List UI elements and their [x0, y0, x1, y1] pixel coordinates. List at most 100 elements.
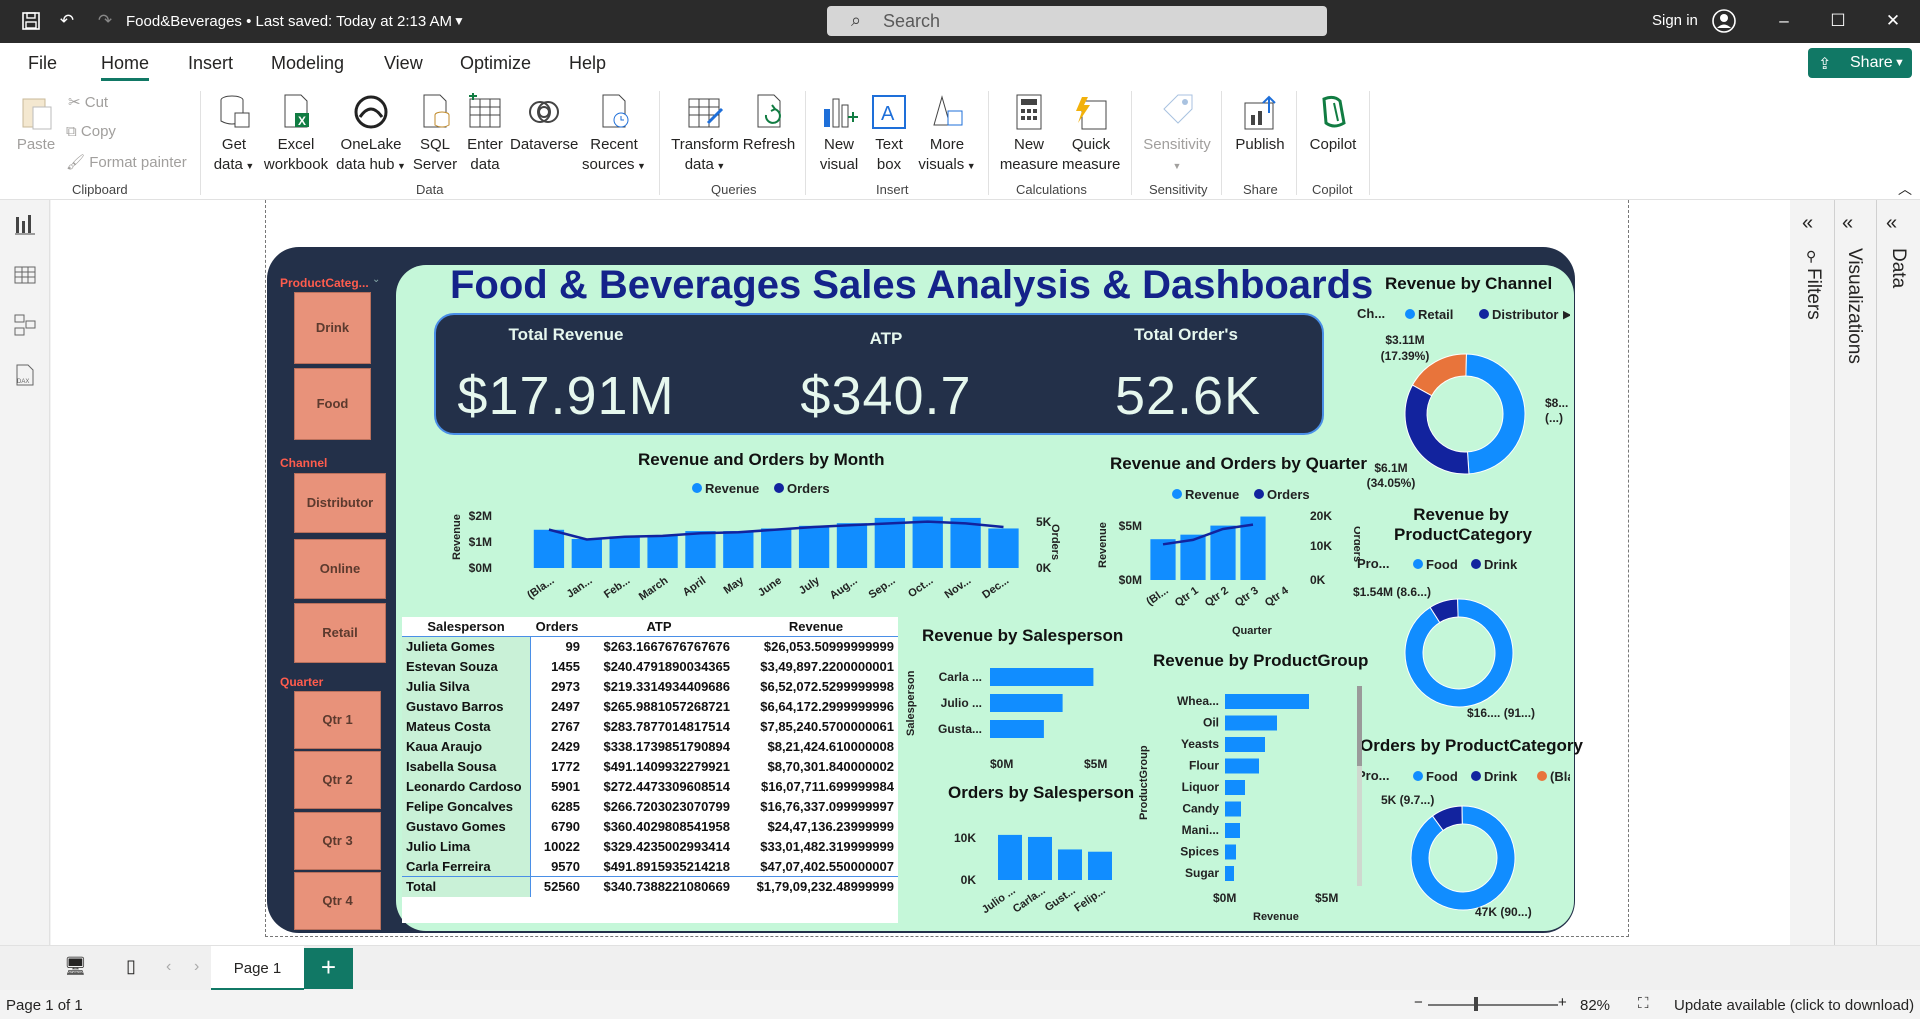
slicer-button-qtr-1[interactable]: Qtr 1 [294, 691, 381, 749]
sensitivity-button[interactable]: Sensitivity ▼ [1138, 93, 1216, 176]
revenue-orders-by-quarter-chart[interactable]: Revenue Orders$5M$0M20K10K0KRevenue Orders… [1090, 482, 1360, 642]
salesperson-table[interactable]: Salesperson Orders ATP Revenue Julieta G… [402, 617, 898, 923]
table-row[interactable]: Gustavo Gomes 6790 $360.4029808541958 $24,4… [402, 816, 898, 837]
slicer-button-qtr-2[interactable]: Qtr 2 [294, 751, 381, 809]
zoom-out-button[interactable]: − [1414, 994, 1423, 1011]
collapse-visualizations-icon[interactable]: « [1842, 212, 1853, 235]
dax-query-view-icon[interactable]: DAX [13, 363, 37, 387]
collapse-data-icon[interactable]: « [1886, 212, 1897, 235]
sign-in-link[interactable]: Sign in [1652, 12, 1698, 29]
revenue-orders-by-month-chart[interactable]: Revenue Orders$2M$1M$0M5K0KRevenue Orders(… [440, 478, 1060, 608]
publish-button[interactable]: Publish [1232, 93, 1288, 155]
revenue-by-productcategory-donut[interactable]: Pro... Food Drink $1.54M (8.6...) $16.... (9… [1345, 552, 1570, 722]
slicer-button-qtr-3[interactable]: Qtr 3 [294, 812, 381, 870]
format-painter-button[interactable]: 🖌 Format painter [66, 153, 187, 171]
table-row[interactable]: Leonardo Cardoso 5901 $272.4473309608514 $1… [402, 776, 898, 797]
zoom-in-button[interactable]: + [1558, 994, 1567, 1011]
close-icon[interactable]: ✕ [1882, 11, 1904, 33]
more-visuals-button[interactable]: More visuals ▼ [918, 93, 976, 176]
column-header-orders[interactable]: Orders [530, 617, 584, 637]
save-icon[interactable] [20, 11, 42, 33]
slicer-button-qtr-4[interactable]: Qtr 4 [294, 872, 381, 930]
cut-button[interactable]: ✂ Cut [68, 93, 108, 111]
revenue-by-salesperson-chart[interactable]: Carla ... Julio ... Gusta... Salesperson $0M… [900, 660, 1120, 775]
desktop-layout-icon[interactable]: 🖥 [64, 956, 87, 977]
collapse-filters-icon[interactable]: « [1802, 212, 1813, 235]
new-measure-button[interactable]: New measure [998, 93, 1060, 175]
table-view-icon[interactable] [13, 263, 37, 287]
legend-marker [692, 483, 702, 493]
visualizations-pane-tab[interactable]: Visualizations [1843, 248, 1865, 364]
tab-page-1[interactable]: Page 1 [211, 946, 304, 991]
menu-modeling[interactable]: Modeling [271, 53, 344, 74]
column-header-salesperson[interactable]: Salesperson [402, 617, 530, 637]
new-visual-button[interactable]: New visual [816, 93, 862, 175]
menu-home[interactable]: Home [101, 53, 150, 81]
copilot-button[interactable]: Copilot [1304, 93, 1362, 155]
column-header-atp[interactable]: ATP [584, 617, 734, 637]
zoom-slider-thumb[interactable] [1474, 997, 1478, 1011]
table-row[interactable]: Carla Ferreira 9570 $491.8915935214218 $47,… [402, 856, 898, 877]
menu-insert[interactable]: Insert [188, 53, 233, 74]
menu-view[interactable]: View [384, 53, 423, 74]
chevron-down-icon[interactable]: ⌄ [372, 274, 380, 285]
slicer-button-online[interactable]: Online [294, 539, 386, 599]
slicer-button-distributor[interactable]: Distributor [294, 473, 386, 533]
paste-button[interactable]: Paste [14, 93, 58, 155]
search-input[interactable]: ⌕ Search [827, 6, 1327, 36]
data-pane-tab[interactable]: Data [1887, 248, 1909, 288]
text-box-button[interactable]: A Text box [866, 93, 912, 175]
transform-data-button[interactable]: Transform data ▼ [668, 93, 742, 176]
filters-pane-tab[interactable]: Filters [1802, 268, 1824, 320]
prev-page-icon[interactable]: ‹ [166, 958, 171, 976]
undo-icon[interactable]: ↶ [56, 11, 78, 33]
table-row[interactable]: Estevan Souza 1455 $240.4791890034365 $3,49… [402, 656, 898, 677]
fit-to-page-icon[interactable]: ⛶ [1638, 995, 1649, 1012]
orders-by-salesperson-chart[interactable]: 10K 0KJulio ...Carla...Gust...Felip... [940, 818, 1130, 928]
copy-button[interactable]: ⧉ Copy [66, 123, 116, 140]
collapse-ribbon-icon[interactable]: ︿ [1898, 179, 1912, 199]
mobile-layout-icon[interactable]: ▯ [126, 956, 136, 977]
sql-server-button[interactable]: SQL Server [412, 93, 458, 175]
zoom-slider[interactable] [1428, 1004, 1558, 1006]
excel-workbook-button[interactable]: X Excel workbook [262, 93, 330, 175]
slicer-button-food[interactable]: Food [294, 368, 371, 440]
redo-icon[interactable]: ↷ [94, 11, 116, 33]
table-row[interactable]: Felipe Goncalves 6285 $266.7203023070799 $1… [402, 796, 898, 817]
slicer-button-drink[interactable]: Drink [294, 292, 371, 364]
table-row[interactable]: Julio Lima 10022 $329.4235002993414 $33,01,… [402, 836, 898, 857]
refresh-button[interactable]: Refresh [742, 93, 796, 155]
next-page-icon[interactable]: › [194, 958, 199, 976]
add-page-button[interactable]: + [304, 948, 353, 989]
enter-data-button[interactable]: Enter data [462, 92, 508, 175]
table-row[interactable]: Julia Silva 2973 $219.3314934409686 $6,52,0… [402, 676, 898, 697]
model-view-icon[interactable] [13, 313, 37, 337]
minimize-icon[interactable]: – [1773, 11, 1795, 33]
slicer-button-retail[interactable]: Retail [294, 603, 386, 663]
table-row[interactable]: Mateus Costa 2767 $283.7877014817514 $7,85,… [402, 716, 898, 737]
recent-sources-button[interactable]: Recent sources ▼ [580, 93, 648, 176]
quick-measure-button[interactable]: Quick measure [1062, 93, 1120, 175]
dataverse-button[interactable]: Dataverse [510, 93, 578, 155]
share-button[interactable]: ⇪ Share ▼ [1808, 48, 1912, 78]
update-link[interactable]: Update available (click to download) [1674, 997, 1914, 1014]
zoom-level[interactable]: 82% [1580, 997, 1610, 1014]
table-row[interactable]: Gustavo Barros 2497 $265.9881057268721 $6,6… [402, 696, 898, 717]
orders-by-productcategory-donut[interactable]: Pro...FoodDrink(Blank)5K (9.7...)47K (90… [1345, 762, 1570, 922]
menu-optimize[interactable]: Optimize [460, 53, 531, 74]
get-data-button[interactable]: Get data ▼ [208, 93, 260, 176]
revenue-by-productgroup-chart[interactable]: Whea... Oil Yeasts Flour Liquor Candy Mani... S… [1135, 680, 1365, 930]
table-row[interactable]: Julieta Gomes 99 $263.1667676767676 $26,053… [402, 636, 898, 657]
avatar-icon[interactable] [1712, 9, 1736, 33]
chevron-down-icon[interactable]: ▼ [448, 14, 470, 36]
report-view-icon[interactable] [13, 213, 37, 237]
column-header-revenue[interactable]: Revenue [734, 617, 898, 637]
table-row[interactable]: Kaua Araujo 2429 $338.1739851790894 $8,21,4… [402, 736, 898, 757]
maximize-icon[interactable]: ☐ [1827, 11, 1849, 33]
revenue-by-channel-donut[interactable]: Ch... Retail Distributor ▶ $3.11M (17.39%) $8.… [1345, 300, 1570, 490]
document-title[interactable]: Food&Beverages • Last saved: Today at 2:… [126, 13, 452, 30]
onelake-data-hub-button[interactable]: OneLake data hub ▼ [332, 93, 410, 176]
menu-file[interactable]: File [28, 53, 57, 74]
menu-help[interactable]: Help [569, 53, 606, 74]
table-row[interactable]: Isabella Sousa 1772 $491.1409932279921 $8,7… [402, 756, 898, 777]
